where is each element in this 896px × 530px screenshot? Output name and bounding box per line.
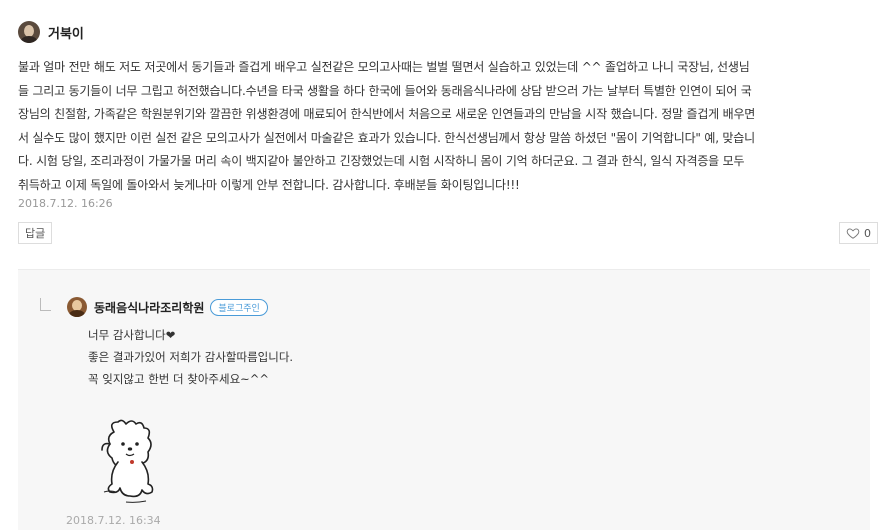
bear-sticker-icon [101, 419, 154, 503]
blog-owner-badge: 블로그주인 [210, 298, 268, 316]
reply-button[interactable]: 답글 [18, 222, 53, 244]
reply-author[interactable]: 동래음식나라조리학원 [94, 299, 204, 316]
like-button[interactable]: 0 [839, 222, 878, 244]
comment-line: 장님의 친절함, 가족같은 학원분위기와 깔끔한 위생환경에 매료되어 한식반에… [18, 107, 756, 121]
reply-date: 2018.7.12. 16:34 [66, 514, 161, 527]
comment-actions: 답글 0 [18, 222, 878, 244]
reply-section: 동래음식나라조리학원 블로그주인 너무 감사합니다❤ 좋은 결과가있어 저희가 … [18, 269, 870, 530]
reply-line: 꼭 잊지않고 한번 더 찾아주세요~^^ [88, 372, 270, 386]
reply-line: 좋은 결과가있어 저희가 감사할따름입니다. [88, 350, 294, 364]
comment: 거북이 불과 얼마 전만 해도 저도 저곳에서 동기들과 즐겁게 배우고 실전같… [18, 18, 878, 244]
comment-line: 불과 얼마 전만 해도 저도 저곳에서 동기들과 즐겁게 배우고 실전같은 모의… [18, 60, 750, 74]
comment-line: 들 그리고 동기들이 너무 그립고 허전했습니다.수년을 타국 생활을 하다 한… [18, 83, 752, 98]
reply-header: 동래음식나라조리학원 블로그주인 [40, 296, 293, 318]
reply-body: 너무 감사합니다❤ 좋은 결과가있어 저희가 감사할따름입니다. 꼭 잊지않고 … [88, 324, 293, 390]
comment-header: 거북이 [18, 18, 878, 46]
reply-indent-icon [40, 297, 51, 311]
comment-body: 불과 얼마 전만 해도 저도 저곳에서 동기들과 즐겁게 배우고 실전같은 모의… [18, 56, 878, 197]
avatar[interactable] [18, 21, 40, 43]
reply-line: 너무 감사합니다❤ [88, 328, 176, 342]
like-count: 0 [864, 226, 871, 240]
reply: 동래음식나라조리학원 블로그주인 너무 감사합니다❤ 좋은 결과가있어 저희가 … [40, 296, 293, 390]
comment-date: 2018.7.12. 16:26 [18, 197, 113, 210]
comment-line: 다. 시험 당일, 조리과정이 가물가물 머리 속이 백지같아 불안하고 긴장했… [18, 154, 745, 168]
comment-line: 서 실수도 많이 했지만 이런 실전 같은 모의고사가 실전에서 마술같은 효과… [18, 130, 755, 145]
avatar[interactable] [67, 297, 87, 317]
comment-author[interactable]: 거북이 [48, 23, 84, 42]
heart-icon [846, 228, 860, 239]
comment-line: 취득하고 이제 독일에 돌아와서 늦게나마 이렇게 안부 전합니다. 감사합니다… [18, 177, 520, 192]
